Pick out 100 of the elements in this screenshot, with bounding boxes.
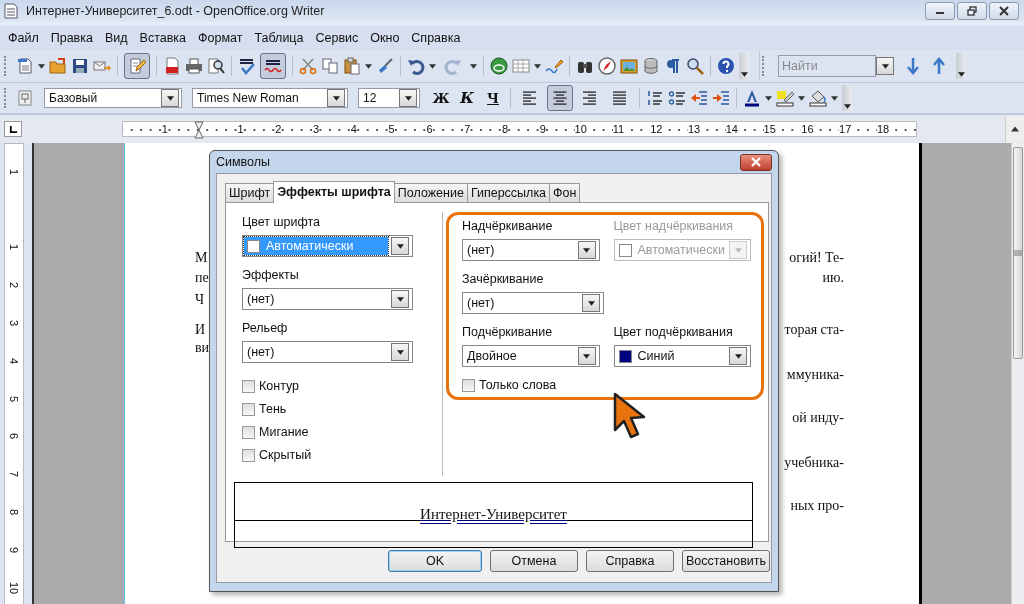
font-name-field[interactable]: Times New Roman <box>192 88 348 108</box>
menu-item[interactable]: Вставка <box>133 31 193 45</box>
menu-item[interactable]: Правка <box>44 31 99 45</box>
caret-icon[interactable] <box>38 63 45 69</box>
tab[interactable]: Положение <box>393 183 468 202</box>
font-size-field[interactable]: 12 <box>358 88 420 108</box>
dropdown[interactable]: (нет) <box>462 292 604 314</box>
numbered-list-icon[interactable] <box>646 89 664 107</box>
restore-button[interactable] <box>957 2 987 20</box>
menu-item[interactable]: Справка <box>405 31 467 45</box>
paint-bucket-icon[interactable] <box>809 89 827 107</box>
tab-stop-icon[interactable] <box>8 124 18 134</box>
italic-button[interactable]: К <box>456 89 478 107</box>
underline-button[interactable]: Ч <box>482 90 504 106</box>
caret-icon[interactable] <box>587 300 595 306</box>
increase-indent-icon[interactable] <box>712 89 730 107</box>
brush-icon[interactable] <box>376 57 394 75</box>
pilcrow-icon[interactable] <box>664 57 682 75</box>
caret-icon[interactable] <box>404 95 412 101</box>
find-field[interactable]: Найти <box>778 55 876 77</box>
dropdown[interactable]: (нет) <box>242 288 413 310</box>
checkbox[interactable] <box>462 378 475 392</box>
dialog-button[interactable]: Восстановить <box>682 550 770 572</box>
caret-icon[interactable] <box>396 296 404 302</box>
minimize-button[interactable] <box>925 2 955 20</box>
vertical-scrollbar[interactable] <box>1011 143 1024 604</box>
document-icon[interactable] <box>16 57 34 75</box>
tab[interactable]: Эффекты шрифта <box>273 181 395 203</box>
caret-icon[interactable] <box>396 243 404 249</box>
dialog-button[interactable]: OK <box>388 550 482 572</box>
indent-marker[interactable] <box>194 121 204 139</box>
tab[interactable]: Гиперссылка <box>466 183 551 202</box>
paragraph-style-field[interactable]: Базовый <box>44 88 182 108</box>
alignment-button[interactable] <box>547 85 573 111</box>
folder-icon[interactable] <box>49 57 67 75</box>
menu-item[interactable]: Вид <box>98 31 134 45</box>
floppy-icon[interactable] <box>71 57 89 75</box>
globe-icon[interactable] <box>490 57 508 75</box>
dropdown[interactable]: (нет) <box>462 239 600 261</box>
caret-icon[interactable] <box>396 349 404 355</box>
close-icon[interactable] <box>998 6 1010 16</box>
caret-icon[interactable] <box>166 95 174 101</box>
checkbox[interactable] <box>242 448 255 462</box>
tab[interactable]: Фон <box>549 183 581 202</box>
scissors-icon[interactable] <box>299 57 317 75</box>
framed-picture-icon[interactable] <box>620 57 638 75</box>
toolbar-overflow-icon[interactable] <box>956 53 966 79</box>
menu-item[interactable]: Сервис <box>309 31 365 45</box>
font-color-icon[interactable] <box>743 89 761 107</box>
close-button[interactable] <box>740 153 772 171</box>
magnifier-icon[interactable] <box>686 57 704 75</box>
caret-icon[interactable] <box>429 63 436 69</box>
decrease-indent-icon[interactable] <box>690 89 708 107</box>
grip-icon[interactable] <box>1014 250 1022 256</box>
scroll-thumb[interactable] <box>1013 147 1023 359</box>
dropdown[interactable]: Двойное <box>462 345 600 367</box>
checkbox[interactable] <box>242 402 255 416</box>
undo-icon[interactable] <box>407 57 425 75</box>
toolbar-overflow-icon[interactable] <box>739 53 749 79</box>
dialog-button[interactable]: Справка <box>586 550 674 572</box>
bold-button[interactable]: Ж <box>430 90 452 106</box>
caret-icon[interactable] <box>534 63 541 69</box>
caret-icon[interactable] <box>881 63 889 69</box>
checkbox[interactable] <box>242 379 255 393</box>
caret-icon[interactable] <box>470 63 477 69</box>
tab[interactable]: Шрифт <box>225 183 275 202</box>
tab-stop-selector[interactable] <box>4 121 22 137</box>
menu-item[interactable]: Таблица <box>248 31 310 45</box>
compass-icon[interactable] <box>598 57 616 75</box>
caret-icon[interactable] <box>765 95 772 101</box>
clipboard-icon[interactable] <box>343 57 361 75</box>
caret-icon[interactable] <box>365 63 372 69</box>
horizontal-ruler[interactable]: 1 1 2 3 4 5 6 7 8 9 10 11 12 13 14 15 16 17 18 <box>122 121 917 137</box>
menu-item[interactable]: Окно <box>364 31 406 45</box>
printer-icon[interactable] <box>185 57 203 75</box>
checkbox[interactable] <box>242 425 255 439</box>
database-icon[interactable] <box>642 57 660 75</box>
scroll-up-button[interactable] <box>1005 116 1024 142</box>
page-magnifier-icon[interactable] <box>207 57 225 75</box>
menu-item[interactable]: Формат <box>192 31 249 45</box>
caret-icon[interactable] <box>583 247 590 253</box>
close-button[interactable] <box>989 2 1019 20</box>
spellcheck-icon[interactable] <box>238 57 256 75</box>
caret-icon[interactable] <box>583 353 590 359</box>
bulleted-list-icon[interactable] <box>668 89 686 107</box>
toolbar-overflow-icon[interactable] <box>842 85 852 111</box>
dropdown[interactable]: (нет) <box>242 341 413 363</box>
pencil-icon[interactable] <box>545 57 563 75</box>
caret-icon[interactable] <box>798 95 805 101</box>
caret-icon[interactable] <box>734 353 742 359</box>
highlighter-icon[interactable] <box>776 89 794 107</box>
down-arrow-icon[interactable] <box>904 57 922 75</box>
help-icon[interactable] <box>717 57 735 75</box>
up-arrow-icon[interactable] <box>1011 126 1019 132</box>
copy-icon[interactable] <box>321 57 339 75</box>
caret-icon[interactable] <box>332 95 340 101</box>
restore-icon[interactable] <box>966 6 978 16</box>
pdf-document-icon[interactable] <box>163 57 181 75</box>
dropdown[interactable]: Синий <box>613 345 751 367</box>
dialog-button[interactable]: Отмена <box>490 550 578 572</box>
